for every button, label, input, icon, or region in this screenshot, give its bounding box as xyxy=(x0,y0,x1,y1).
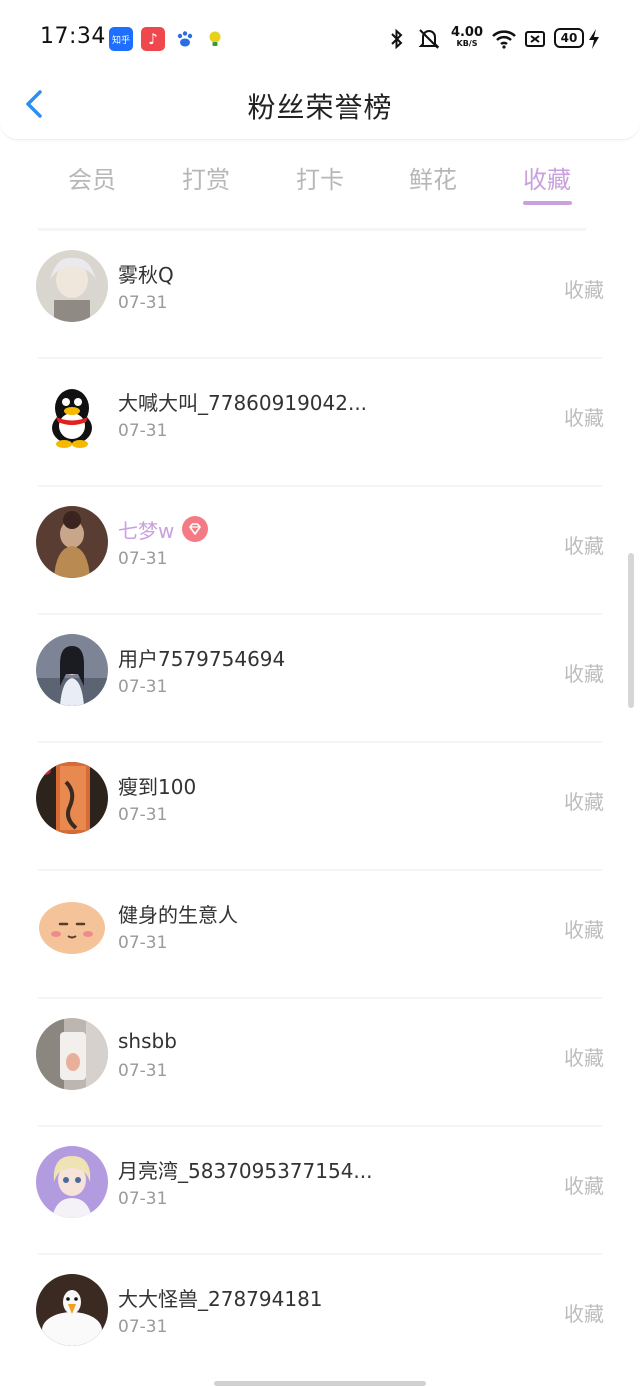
charging-icon xyxy=(587,27,601,56)
tab-rewards[interactable]: 打赏 xyxy=(166,160,246,195)
music-icon: ♪ xyxy=(141,27,165,51)
scrollbar[interactable] xyxy=(628,553,634,708)
baidu-icon xyxy=(173,27,197,51)
tab-bar: 会员 打赏 打卡 鲜花 收藏 xyxy=(0,150,640,220)
bluetooth-icon xyxy=(388,27,406,56)
vip-badge xyxy=(182,516,209,542)
avatar[interactable] xyxy=(36,1146,108,1218)
user-name: 用户7579754694 xyxy=(118,646,286,671)
user-name: shsbb xyxy=(118,1029,177,1053)
mute-bell-icon xyxy=(416,27,442,56)
list-item[interactable]: 健身的生意人 07-31 收藏 xyxy=(0,871,640,999)
list-item[interactable]: 瘦到100 07-31 收藏 xyxy=(0,743,640,871)
action-label: 收藏 xyxy=(564,278,604,302)
fan-list: 雾秋Q 07-31 收藏 大喊大叫_77860919042... 07-31 收… xyxy=(0,231,640,1383)
date: 07-31 xyxy=(118,549,168,569)
screen-icon xyxy=(524,27,546,56)
avatar[interactable] xyxy=(36,762,108,834)
action-label: 收藏 xyxy=(564,534,604,558)
name-line: 大大怪兽_278794181 xyxy=(118,1284,323,1311)
list-item[interactable]: shsbb 07-31 收藏 xyxy=(0,999,640,1127)
tab-members[interactable]: 会员 xyxy=(52,160,132,195)
avatar[interactable] xyxy=(36,378,108,450)
avatar[interactable] xyxy=(36,890,108,962)
date: 07-31 xyxy=(118,805,168,825)
user-name: 瘦到100 xyxy=(118,774,197,799)
avatar[interactable] xyxy=(36,634,108,706)
list-item[interactable]: 用户7579754694 07-31 收藏 xyxy=(0,615,640,743)
date: 07-31 xyxy=(118,1317,168,1337)
name-line: 瘦到100 xyxy=(118,772,197,799)
network-speed: 4.00 KB/S xyxy=(450,26,484,48)
date: 07-31 xyxy=(118,421,168,441)
date: 07-31 xyxy=(118,677,168,697)
user-name: 雾秋Q xyxy=(118,262,174,287)
action-label: 收藏 xyxy=(564,790,604,814)
diamond-icon xyxy=(189,523,202,535)
name-line: 大喊大叫_77860919042... xyxy=(118,388,368,415)
wifi-icon xyxy=(490,27,518,56)
active-tab-indicator xyxy=(523,201,572,205)
action-label: 收藏 xyxy=(564,406,604,430)
name-line: shsbb xyxy=(118,1028,177,1054)
user-name: 大喊大叫_77860919042... xyxy=(118,390,368,415)
action-label: 收藏 xyxy=(564,662,604,686)
list-item[interactable]: 七梦w 07-31 收藏 xyxy=(0,487,640,615)
avatar[interactable] xyxy=(36,506,108,578)
user-name: 健身的生意人 xyxy=(118,902,238,927)
avatar[interactable] xyxy=(36,1018,108,1090)
name-line: 七梦w xyxy=(118,516,209,543)
date: 07-31 xyxy=(118,1189,168,1209)
bulb-icon xyxy=(203,27,227,51)
page-title: 粉丝荣誉榜 xyxy=(247,91,393,124)
tab-favorites[interactable]: 收藏 xyxy=(507,160,587,195)
zhihu-icon: 知乎 xyxy=(109,27,133,51)
list-item[interactable]: 大大怪兽_278794181 07-31 收藏 xyxy=(0,1255,640,1383)
avatar[interactable] xyxy=(36,250,108,322)
battery-icon: 40 xyxy=(554,28,584,48)
avatar[interactable] xyxy=(36,1274,108,1346)
list-item[interactable]: 大喊大叫_77860919042... 07-31 收藏 xyxy=(0,359,640,487)
action-label: 收藏 xyxy=(564,918,604,942)
list-item[interactable]: 月亮湾_5837095377154... 07-31 收藏 xyxy=(0,1127,640,1255)
tab-flowers[interactable]: 鲜花 xyxy=(393,160,473,195)
date: 07-31 xyxy=(118,1061,168,1081)
home-indicator[interactable] xyxy=(214,1381,426,1386)
name-line: 月亮湾_5837095377154... xyxy=(118,1156,373,1183)
status-bar: 17:34 知乎 ♪ 4.00 KB/S 40 xyxy=(0,0,640,78)
date: 07-31 xyxy=(118,293,168,313)
action-label: 收藏 xyxy=(564,1174,604,1198)
net-speed-value: 4.00 xyxy=(450,25,484,40)
name-line: 用户7579754694 xyxy=(118,644,286,671)
user-name: 七梦w xyxy=(118,518,175,543)
user-name: 月亮湾_5837095377154... xyxy=(118,1158,373,1183)
date: 07-31 xyxy=(118,933,168,953)
header: 粉丝荣誉榜 xyxy=(0,70,640,140)
name-line: 健身的生意人 xyxy=(118,900,238,927)
status-time: 17:34 xyxy=(40,24,106,49)
name-line: 雾秋Q xyxy=(118,260,174,287)
user-name: 大大怪兽_278794181 xyxy=(118,1286,323,1311)
action-label: 收藏 xyxy=(564,1302,604,1326)
action-label: 收藏 xyxy=(564,1046,604,1070)
list-item[interactable]: 雾秋Q 07-31 收藏 xyxy=(0,231,640,359)
net-speed-unit: KB/S xyxy=(456,39,478,48)
tab-checkin[interactable]: 打卡 xyxy=(280,160,360,195)
